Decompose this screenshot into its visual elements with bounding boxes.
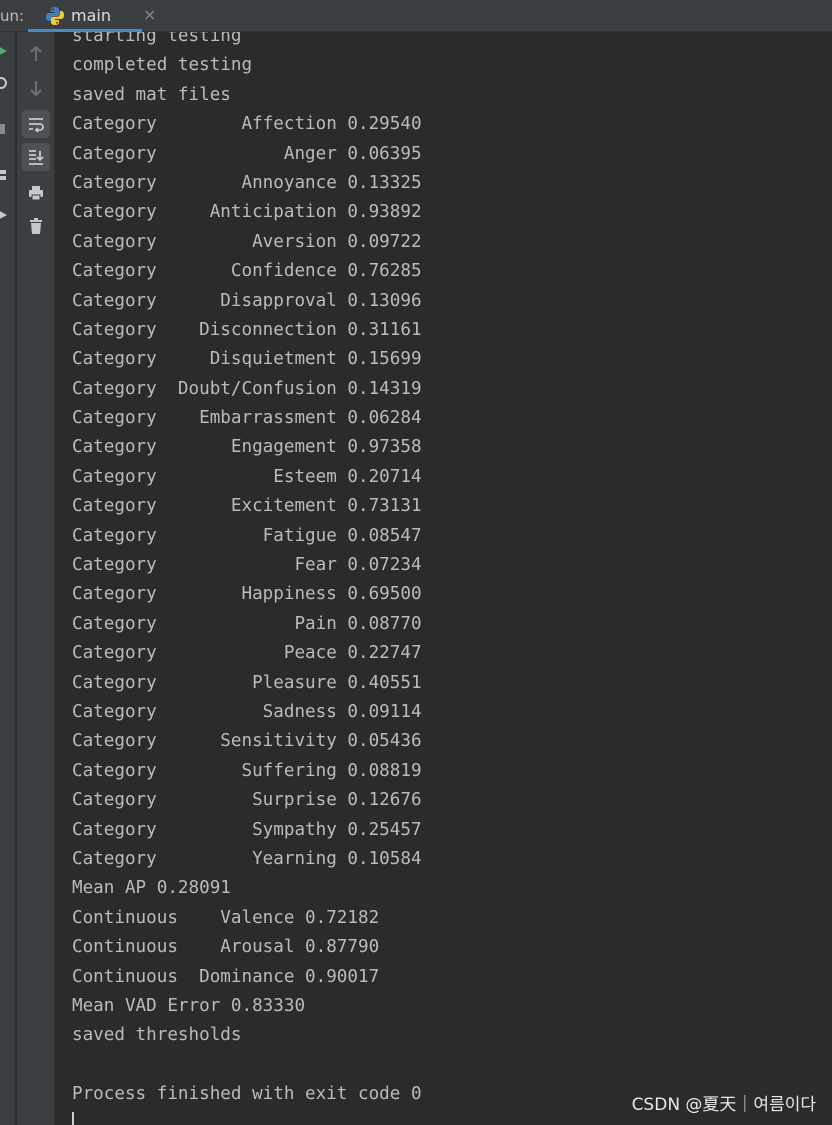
console-line: Continuous Arousal 0.87790 — [72, 937, 380, 958]
console-line: Category Embarrassment 0.06284 — [72, 408, 422, 429]
console-line: Category Yearning 0.10584 — [72, 848, 422, 869]
stop-icon[interactable] — [0, 122, 10, 136]
console-line: Category Anticipation 0.93892 — [72, 202, 422, 223]
text-cursor — [72, 1112, 74, 1125]
console-line: saved mat files — [72, 84, 231, 105]
console-line: saved thresholds — [72, 1025, 242, 1046]
tab-close-icon[interactable]: × — [143, 5, 156, 24]
tab-label: main — [71, 6, 111, 25]
console-line: Category Peace 0.22747 — [72, 643, 422, 664]
console-line: Category Affection 0.29540 — [72, 114, 422, 135]
console-lines: starting testing completed testing saved m… — [72, 32, 422, 1109]
console-line: Category Sympathy 0.25457 — [72, 819, 422, 840]
watermark: CSDN @夏天｜여름이다 — [631, 1095, 816, 1115]
python-icon — [46, 7, 64, 25]
print-icon — [29, 186, 43, 201]
console-line: Category Disquietment 0.15699 — [72, 349, 422, 370]
console-line: Process finished with exit code 0 — [72, 1084, 422, 1105]
layout-icon[interactable] — [0, 168, 10, 182]
console-line: Category Pleasure 0.40551 — [72, 672, 422, 693]
console-line: Continuous Dominance 0.90017 — [72, 966, 380, 987]
arrow-up-icon — [30, 45, 42, 61]
tab-main[interactable]: main × — [28, 0, 156, 32]
console-line: completed testing — [72, 55, 253, 76]
console-output[interactable]: starting testing completed testing saved m… — [56, 32, 832, 1125]
scroll-to-end-icon — [29, 150, 44, 165]
scroll-to-end-button[interactable] — [22, 143, 50, 171]
console-line: Category Doubt/Confusion 0.14319 — [72, 378, 422, 399]
console-line: Category Aversion 0.09722 — [72, 231, 422, 252]
console-line: Category Pain 0.08770 — [72, 613, 422, 634]
pin-icon[interactable] — [0, 208, 10, 222]
arrow-down-icon — [30, 81, 42, 97]
console-line: Category Sensitivity 0.05436 — [72, 731, 422, 752]
console-line: Category Annoyance 0.13325 — [72, 172, 422, 193]
run-icon[interactable] — [0, 44, 10, 58]
console-toolbar — [17, 32, 55, 1125]
console-line: Continuous Valence 0.72182 — [72, 907, 380, 928]
print-button[interactable] — [22, 179, 50, 207]
soft-wrap-icon — [29, 118, 44, 133]
rerun-icon[interactable] — [0, 76, 10, 90]
console-line: Category Disapproval 0.13096 — [72, 290, 422, 311]
console-line: Category Fatigue 0.08547 — [72, 525, 422, 546]
console-line: Category Anger 0.06395 — [72, 143, 422, 164]
console-line: Category Fear 0.07234 — [72, 555, 422, 576]
console-line: Category Excitement 0.73131 — [72, 496, 422, 517]
soft-wrap-button[interactable] — [22, 110, 50, 138]
console-line: starting testing — [72, 32, 242, 46]
console-line: Mean VAD Error 0.83330 — [72, 995, 306, 1016]
run-label: un: — [0, 7, 25, 25]
console-line: Category Confidence 0.76285 — [72, 261, 422, 282]
console-line: Mean AP 0.28091 — [72, 878, 231, 899]
console-line: Category Engagement 0.97358 — [72, 437, 422, 458]
scroll-up-button[interactable] — [22, 40, 50, 68]
trash-icon — [30, 218, 42, 234]
clear-all-button[interactable] — [22, 212, 50, 240]
console-line: Category Suffering 0.08819 — [72, 760, 422, 781]
console-line: Category Happiness 0.69500 — [72, 584, 422, 605]
run-tool-window-header: un: main × — [0, 0, 832, 32]
console-line: Category Esteem 0.20714 — [72, 466, 422, 487]
console-line: Category Surprise 0.12676 — [72, 790, 422, 811]
scroll-down-button[interactable] — [22, 74, 50, 102]
console-line: Category Disconnection 0.31161 — [72, 319, 422, 340]
console-line: Category Sadness 0.09114 — [72, 701, 422, 722]
left-strip — [0, 32, 16, 1125]
